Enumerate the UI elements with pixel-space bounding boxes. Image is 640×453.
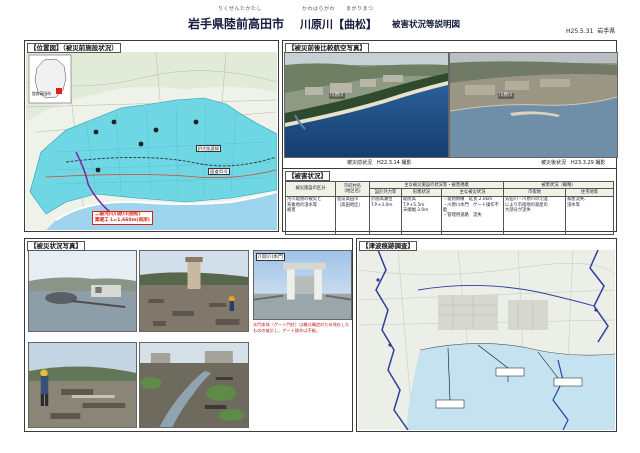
gate-photo-label: 川原川水門 [256,253,286,261]
header-facility-group: 主な被災施設の状況等・被害規模 [369,180,504,190]
damage-photos-panel: 【被災状況写真】 川原川水門 水門本体（ゲート門柱）は橋式構造のため残存した も… [24,238,353,432]
location-map-title: 【位置図】（被災前施設状況） [27,43,121,53]
damage-status-table: 被災施設の区分 市町村名 （地区名） 主な被災施設の状況等・被害規模 被害状況（… [285,180,614,235]
header-urban: 市街地 [503,188,566,197]
damage-photo-5-graphic [140,343,248,427]
header-category: 被災施設の区分 [285,181,336,197]
tsunami-trace-panel: 【津波痕跡調査】 [356,238,617,432]
issue-date: H25.5.31 [566,28,594,35]
aerial-after-river-label: 川原川 [498,93,514,99]
header-form: 形態状況 [401,188,442,197]
header-municipality: 市町村名 （地区名） [335,181,370,197]
location-map-panel: 【位置図】（被災前施設状況） 陸前高田市 JR大船渡線 国道45号 二級河川川原… [24,40,279,232]
tsunami-trace-map-graphic [358,250,615,430]
aerial-photo-title: 【被災前後比較航空写真】 [285,43,369,53]
issuing-org: 岩手県 [597,28,616,35]
gate-photo-caption: 水門本体（ゲート門柱）は橋式構造のため残存した ものの被災し、ゲート操作は不能。 [253,322,349,334]
ruby-kawaharagawa: かわはらがわ [302,6,336,12]
table-row: 河川堤防の被災と 背後地の浸水等 被害 陸前高田市 （高田地区） 計画高潮位 T… [285,195,614,235]
damage-photo-gate: 川原川水門 [253,250,352,320]
damage-photo-1 [28,250,137,332]
damage-photo-2-graphic [140,251,248,331]
header-residential: 住宅地等 [565,188,614,197]
location-map: 陸前高田市 JR大船渡線 国道45号 二級河川川原川(曲松) 築堤工 L=1,6… [26,52,277,230]
header-design: 設計外力等 [369,188,402,197]
river-annotation: 二級河川川原川(曲松) 築堤工 L=1,660m(両岸) [92,211,153,225]
tsunami-trace-map [358,250,615,430]
damage-status-panel: 【被害状況】 被災施設の区分 市町村名 （地区名） 主な被災施設の状況等・被害規… [282,168,617,235]
aerial-after-graphic [450,53,617,157]
aerial-before-graphic [285,53,448,157]
rail-label: JR大船渡線 [196,145,221,152]
ruby-rikuzentakata: りくぜんたかたし [218,6,263,12]
damage-photo-4 [28,342,137,428]
cell-design: 計画高潮位 T.P.+3.0m [369,195,402,235]
aerial-after-caption: 被災後状況 H23.3.29 撮影 [541,160,606,166]
issue-date-org: H25.5.31 岩手県 [566,26,615,35]
river-annotation-length: 築堤工 L=1,660m(両岸) [95,218,150,223]
aerial-before-caption: 被災前状況 H22.3.14 撮影 [347,160,412,166]
damage-photos-title: 【被災状況写真】 [27,241,85,251]
damage-photo-gate-graphic [254,251,351,319]
damage-photo-1-graphic [29,251,136,331]
cell-municipality: 陸前高田市 （高田地区） [335,195,370,235]
damage-photo-2 [139,250,249,332]
road-label: 国道45号 [208,168,230,175]
cell-urban: 気仙川・川原川の氾濫 により市街地の家屋の 大部分が流失 [503,195,566,235]
gate-caption-line-2: ものの被災し、ゲート操作は不能。 [253,328,321,333]
table-header-row: 被災施設の区分 市町村名 （地区名） 主な被災施設の状況等・被害規模 被害状況（… [285,180,614,197]
aerial-photo-after: 川原川 [449,52,618,158]
damage-status-title: 【被害状況】 [285,171,330,181]
header-summary-group: 被害状況（概略） [503,180,614,190]
damage-photo-4-graphic [29,343,136,427]
cell-form: 堤防高 T.P.+5.5m 天端幅 3.0m [401,195,442,235]
header-main: 主な被災状況 [441,188,504,197]
cell-category: 河川堤防の被災と 背後地の浸水等 被害 [285,195,336,235]
aerial-photo-panel: 【被災前後比較航空写真】 川原川 川原川 被災前状況 H22.3.14 撮影 被… [282,40,618,169]
title-description: 被害状況等説明図 [392,20,461,30]
tsunami-trace-title: 【津波痕跡調査】 [359,241,417,251]
location-map-graphic [26,52,277,230]
aerial-photo-before: 川原川 [284,52,449,158]
cell-main: ・堤防倒壊 延長 2.0km ・川原川水門 ゲート操作不能 ・管理用道路 流失 [441,195,504,235]
inset-city-label: 陸前高田市 [32,91,51,96]
title-prefecture-city: 岩手県陸前高田市 [188,17,285,31]
title-river: 川原川【曲松】 [300,18,377,31]
damage-photo-5 [139,342,249,428]
cell-residential: 家屋流失、 浸水等 [565,195,614,235]
aerial-before-river-label: 川原川 [329,93,345,99]
ruby-magarimatsu: まがりまつ [346,6,374,12]
